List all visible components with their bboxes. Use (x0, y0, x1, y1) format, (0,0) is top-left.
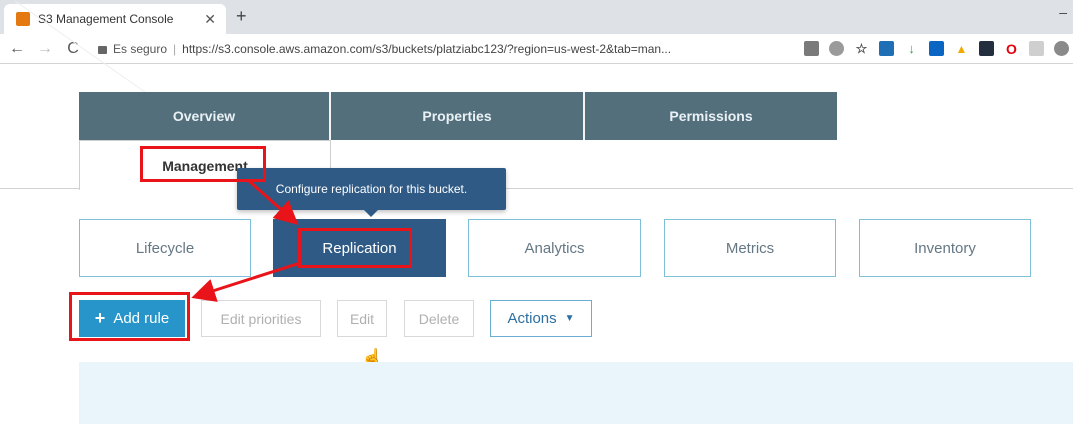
tab-baseline (0, 188, 79, 189)
url-text[interactable]: https://s3.console.aws.amazon.com/s3/buc… (182, 42, 671, 56)
opera-icon[interactable]: O (1004, 41, 1019, 57)
tab-properties[interactable]: Properties (331, 92, 585, 140)
screen: S3 Management Console ✕ + – ← → C Es seg… (0, 0, 1073, 424)
lock-icon (98, 45, 107, 54)
rules-panel (79, 362, 1073, 424)
extension-toolbar: ☆ ↓ ▲ O (804, 41, 1069, 57)
replication-tooltip: Configure replication for this bucket. (237, 168, 506, 210)
zoom-icon[interactable] (829, 41, 844, 56)
highlight-add-rule (69, 292, 190, 341)
actions-dropdown[interactable]: Actions ▼ (490, 300, 592, 337)
bucket-tabs: Overview Properties Permissions (79, 92, 837, 140)
extension-download-icon[interactable]: ↓ (904, 41, 919, 56)
omnibox-separator: | (173, 41, 177, 56)
extension-doc-icon[interactable] (879, 41, 894, 56)
star-icon[interactable]: ☆ (854, 41, 869, 56)
subtab-analytics[interactable]: Analytics (468, 219, 641, 277)
amazon-icon[interactable] (979, 41, 994, 56)
address-bar: ← → C Es seguro | https://s3.console.aws… (0, 34, 1073, 64)
linkedin-icon[interactable] (929, 41, 944, 56)
omnibox[interactable]: Es seguro | https://s3.console.aws.amazo… (98, 42, 671, 56)
minimize-button[interactable]: – (1059, 4, 1067, 20)
secure-label: Es seguro (113, 41, 168, 56)
browser-tabstrip: S3 Management Console ✕ + – (0, 0, 1073, 34)
extension-grey-icon[interactable] (1029, 41, 1044, 56)
edit-button[interactable]: Edit (337, 300, 387, 337)
subtab-metrics[interactable]: Metrics (664, 219, 836, 277)
drive-icon[interactable]: ▲ (954, 41, 969, 56)
tab-permissions[interactable]: Permissions (585, 92, 837, 140)
browser-tab-title: S3 Management Console (38, 12, 174, 26)
highlight-replication (298, 228, 412, 268)
new-tab-button[interactable]: + (236, 6, 247, 27)
extension-cloud-icon[interactable] (1054, 41, 1069, 56)
highlight-management (140, 146, 266, 182)
actions-label: Actions (507, 310, 557, 327)
chevron-down-icon: ▼ (564, 313, 575, 324)
subtab-inventory[interactable]: Inventory (859, 219, 1031, 277)
close-icon[interactable]: ✕ (204, 11, 216, 28)
translate-icon[interactable] (804, 41, 819, 56)
tab-overview[interactable]: Overview (79, 92, 331, 140)
edit-priorities-button[interactable]: Edit priorities (201, 300, 321, 337)
delete-button[interactable]: Delete (404, 300, 474, 337)
tooltip-arrow (364, 210, 378, 217)
subtab-lifecycle[interactable]: Lifecycle (79, 219, 251, 277)
